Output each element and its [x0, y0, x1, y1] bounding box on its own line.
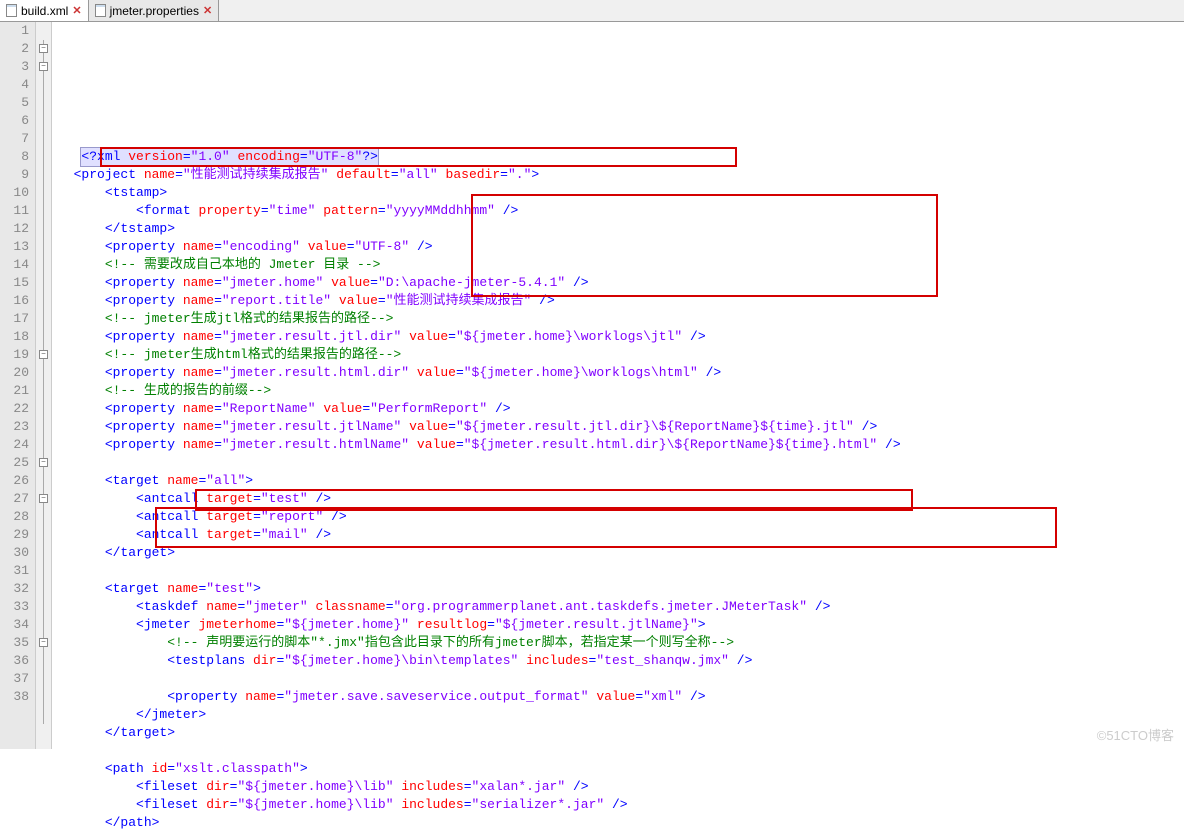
line-number: 33: [6, 598, 29, 616]
code-line: <testplans dir="${jmeter.home}\bin\templ…: [58, 652, 1178, 670]
code-line: [58, 454, 1178, 472]
file-icon: [6, 4, 17, 17]
code-line: <antcall target="mail" />: [58, 526, 1178, 544]
line-number: 21: [6, 382, 29, 400]
code-line: <property name="jmeter.save.saveservice.…: [58, 688, 1178, 706]
code-line: </tstamp>: [58, 220, 1178, 238]
line-number: 3: [6, 58, 29, 76]
line-number: 14: [6, 256, 29, 274]
line-number: 16: [6, 292, 29, 310]
file-icon: [95, 4, 106, 17]
line-number: 2: [6, 40, 29, 58]
line-number: 12: [6, 220, 29, 238]
fold-gutter: − − − − − −: [36, 22, 52, 749]
code-line: <!-- 生成的报告的前缀-->: [58, 382, 1178, 400]
line-number: 34: [6, 616, 29, 634]
code-line: <fileset dir="${jmeter.home}\lib" includ…: [58, 796, 1178, 814]
code-line: <taskdef name="jmeter" classname="org.pr…: [58, 598, 1178, 616]
code-line: <antcall target="test" />: [58, 490, 1178, 508]
code-line: <fileset dir="${jmeter.home}\lib" includ…: [58, 778, 1178, 796]
fold-toggle[interactable]: −: [39, 494, 48, 503]
fold-toggle[interactable]: −: [39, 638, 48, 647]
line-number: 24: [6, 436, 29, 454]
code-line: [58, 742, 1178, 760]
line-number: 11: [6, 202, 29, 220]
code-line: [58, 562, 1178, 580]
code-line: <property name="jmeter.result.jtl.dir" v…: [58, 328, 1178, 346]
code-line: <jmeter jmeterhome="${jmeter.home}" resu…: [58, 616, 1178, 634]
line-gutter: 1234567891011121314151617181920212223242…: [0, 22, 36, 749]
code-line: <project name="性能测试持续集成报告" default="all"…: [58, 166, 1178, 184]
line-number: 19: [6, 346, 29, 364]
tab-jmeter-properties[interactable]: jmeter.properties ✕: [89, 0, 220, 21]
fold-toggle[interactable]: −: [39, 44, 48, 53]
line-number: 23: [6, 418, 29, 436]
line-number: 10: [6, 184, 29, 202]
line-number: 13: [6, 238, 29, 256]
fold-toggle[interactable]: −: [39, 350, 48, 359]
line-number: 32: [6, 580, 29, 598]
code-line: <!-- 声明要运行的脚本"*.jmx"指包含此目录下的所有jmeter脚本，若…: [58, 634, 1178, 652]
watermark: ©51CTO博客: [1097, 725, 1174, 744]
code-line: <property name="report.title" value="性能测…: [58, 292, 1178, 310]
tab-build-xml[interactable]: build.xml ✕: [0, 0, 89, 21]
close-icon[interactable]: ✕: [72, 4, 81, 17]
line-number: 31: [6, 562, 29, 580]
code-line: <target name="test">: [58, 580, 1178, 598]
code-line: <?xml version="1.0" encoding="UTF-8"?>: [58, 148, 1178, 166]
line-number: 9: [6, 166, 29, 184]
code-line: <target name="all">: [58, 472, 1178, 490]
code-line: </jmeter>: [58, 706, 1178, 724]
tab-label: build.xml: [21, 4, 68, 18]
code-line: <!-- 需要改成自己本地的 Jmeter 目录 -->: [58, 256, 1178, 274]
line-number: 35: [6, 634, 29, 652]
line-number: 27: [6, 490, 29, 508]
code-line: </path>: [58, 814, 1178, 832]
code-line: <property name="jmeter.result.html.dir" …: [58, 364, 1178, 382]
code-line: <antcall target="report" />: [58, 508, 1178, 526]
code-line: <path id="xslt.classpath">: [58, 760, 1178, 778]
line-number: 26: [6, 472, 29, 490]
code-line: </target>: [58, 544, 1178, 562]
line-number: 6: [6, 112, 29, 130]
code-line: [58, 670, 1178, 688]
line-number: 38: [6, 688, 29, 706]
code-line: <!-- jmeter生成html格式的结果报告的路径-->: [58, 346, 1178, 364]
tab-bar: build.xml ✕ jmeter.properties ✕: [0, 0, 1184, 22]
code-line: <tstamp>: [58, 184, 1178, 202]
line-number: 20: [6, 364, 29, 382]
line-number: 28: [6, 508, 29, 526]
close-icon[interactable]: ✕: [203, 4, 212, 17]
editor: 1234567891011121314151617181920212223242…: [0, 22, 1184, 749]
code-line: <property name="encoding" value="UTF-8" …: [58, 238, 1178, 256]
line-number: 22: [6, 400, 29, 418]
fold-toggle[interactable]: −: [39, 458, 48, 467]
line-number: 15: [6, 274, 29, 292]
line-number: 1: [6, 22, 29, 40]
code-line: <property name="jmeter.result.jtlName" v…: [58, 418, 1178, 436]
code-line: <property name="jmeter.result.htmlName" …: [58, 436, 1178, 454]
line-number: 8: [6, 148, 29, 166]
line-number: 7: [6, 130, 29, 148]
line-number: 36: [6, 652, 29, 670]
tab-label: jmeter.properties: [110, 4, 199, 18]
line-number: 17: [6, 310, 29, 328]
code-line: <format property="time" pattern="yyyyMMd…: [58, 202, 1178, 220]
line-number: 29: [6, 526, 29, 544]
code-area[interactable]: <?xml version="1.0" encoding="UTF-8"?> <…: [52, 22, 1184, 749]
line-number: 5: [6, 94, 29, 112]
line-number: 37: [6, 670, 29, 688]
code-line: <property name="ReportName" value="Perfo…: [58, 400, 1178, 418]
code-line: </target>: [58, 724, 1178, 742]
code-line: <!-- jmeter生成jtl格式的结果报告的路径-->: [58, 310, 1178, 328]
line-number: 4: [6, 76, 29, 94]
line-number: 25: [6, 454, 29, 472]
fold-toggle[interactable]: −: [39, 62, 48, 71]
line-number: 30: [6, 544, 29, 562]
line-number: 18: [6, 328, 29, 346]
code-line: <property name="jmeter.home" value="D:\a…: [58, 274, 1178, 292]
